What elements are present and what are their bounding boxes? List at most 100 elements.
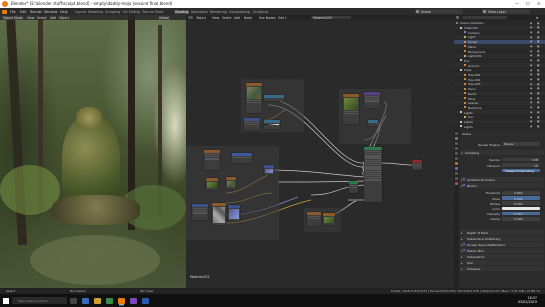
visibility-eye-icon[interactable]: ◉ <box>530 120 532 123</box>
outliner-row[interactable]: Env ◉ ▣ <box>454 59 545 63</box>
scene-tab-icon[interactable] <box>455 152 458 155</box>
render-section-header[interactable]: ▸ Shadows <box>460 266 544 271</box>
render-camera-icon[interactable]: ▣ <box>537 31 539 34</box>
sculpt-head[interactable] <box>76 107 102 129</box>
menu-render[interactable]: Render <box>30 10 42 14</box>
render-camera-icon[interactable]: ▣ <box>537 45 539 48</box>
tab-uv-editing[interactable]: UV Editing <box>123 10 140 14</box>
visibility-eye-icon[interactable]: ◉ <box>530 54 532 57</box>
image-texture-node[interactable] <box>226 177 236 189</box>
outliner-row[interactable]: Backdrop ◉ ▣ <box>454 106 545 110</box>
render-section-header[interactable]: ▸ Screen Space Reflections <box>460 242 544 247</box>
image-texture-node[interactable] <box>232 153 252 163</box>
viewport-menu-view[interactable]: View <box>27 16 34 20</box>
outliner-panel[interactable]: ▼ Scene Collection ◉ ▣ Collection ◉ ▣ Camera ◉ ▣… <box>454 15 545 130</box>
modifier-tab-icon[interactable] <box>455 167 458 170</box>
outliner-row[interactable]: Leaves ◉ ▣ <box>454 100 545 105</box>
visibility-eye-icon[interactable]: ◉ <box>530 40 532 43</box>
photoshop-icon[interactable] <box>142 297 149 304</box>
render-camera-icon[interactable]: ▣ <box>537 73 539 76</box>
render-section-header[interactable]: ▸ Motion Blur <box>460 248 544 253</box>
taskbar-search-box[interactable]: Type here to search <box>12 297 67 304</box>
bloom-section[interactable]: ▾ Bloom <box>460 183 544 188</box>
outliner-row[interactable]: Tree.001 ◉ ▣ <box>454 72 545 77</box>
outliner-row[interactable]: Rocks ◉ ▣ <box>454 91 545 96</box>
properties-editor[interactable]: Scene Render Engine Eevee ▾ Sampling Ren… <box>454 130 545 288</box>
visibility-eye-icon[interactable]: ◉ <box>530 116 532 119</box>
outliner-row[interactable]: Lights ◉ ▣ <box>454 110 545 115</box>
render-section-header[interactable]: ▸ Hair <box>460 260 544 265</box>
render-camera-icon[interactable]: ▣ <box>537 50 539 53</box>
render-camera-icon[interactable]: ▣ <box>537 22 539 25</box>
discord-icon[interactable] <box>130 297 137 304</box>
tab-sculpting[interactable]: Sculpting <box>105 10 120 14</box>
outliner-row[interactable]: Lights ◉ ▣ <box>454 119 545 124</box>
visibility-eye-icon[interactable]: ◉ <box>530 50 532 53</box>
render-section-header[interactable]: ▸ Depth of Field <box>460 230 544 235</box>
mix-rgb-node[interactable] <box>364 92 380 108</box>
tab-animation[interactable]: Animation <box>191 10 208 14</box>
image-texture-node[interactable] <box>204 150 220 170</box>
visibility-eye-icon[interactable]: ◉ <box>530 31 532 34</box>
system-clock[interactable]: 18:37 05/02/2019 <box>518 296 537 304</box>
render-camera-icon[interactable]: ▣ <box>537 69 539 72</box>
filter-icon[interactable]: ▼ <box>536 16 538 20</box>
render-camera-icon[interactable]: ▣ <box>537 87 539 90</box>
outliner-row[interactable]: Light.001 ◉ ▣ <box>454 53 545 58</box>
visibility-eye-icon[interactable]: ◉ <box>530 106 532 109</box>
outliner-search-input[interactable] <box>462 15 507 20</box>
render-camera-icon[interactable]: ▣ <box>537 120 539 123</box>
visibility-eye-icon[interactable]: ◉ <box>530 125 532 128</box>
render-camera-icon[interactable]: ▣ <box>537 97 539 100</box>
transform-orientation-dropdown[interactable]: Global <box>158 15 170 20</box>
ambient-occlusion-section[interactable]: ▸ Ambient Occlusion <box>460 177 544 182</box>
minimize-button[interactable]: — <box>515 1 519 6</box>
physics-tab-icon[interactable] <box>455 177 458 180</box>
outliner-row[interactable]: Trees ◉ ▣ <box>454 68 545 72</box>
mix-shader-node[interactable] <box>349 181 358 193</box>
texture-coordinate-node[interactable] <box>192 204 208 220</box>
principled-bsdf-node[interactable] <box>364 147 382 202</box>
visibility-eye-icon[interactable]: ◉ <box>530 92 532 95</box>
render-tab-icon[interactable] <box>455 137 458 140</box>
image-texture-node[interactable] <box>343 94 359 124</box>
visibility-eye-icon[interactable]: ◉ <box>530 69 532 72</box>
image-texture-node[interactable] <box>212 203 226 225</box>
tab-layout[interactable]: Layout <box>75 10 86 14</box>
visibility-eye-icon[interactable]: ◉ <box>530 87 532 90</box>
view-layer-selector[interactable]: View Layer <box>482 9 530 14</box>
outliner-row[interactable]: Sculpt ◉ ▣ <box>454 39 545 44</box>
render-camera-icon[interactable]: ▣ <box>537 116 539 119</box>
visibility-eye-icon[interactable]: ◉ <box>530 22 532 25</box>
mapping-node[interactable] <box>244 118 260 130</box>
color-ramp-node[interactable] <box>264 120 280 129</box>
outliner-row[interactable]: Light ◉ ▣ <box>454 35 545 39</box>
render-camera-icon[interactable]: ▣ <box>537 26 539 29</box>
render-camera-icon[interactable]: ▣ <box>537 64 539 67</box>
viewport-menu-add[interactable]: Add <box>50 16 56 20</box>
maximize-button[interactable]: ☐ <box>526 1 530 6</box>
outliner-row[interactable]: Tree.002 ◉ ▣ <box>454 77 545 82</box>
outliner-row[interactable]: Tree.003 ◉ ▣ <box>454 82 545 86</box>
menu-window[interactable]: Window <box>44 10 57 14</box>
render-camera-icon[interactable]: ▣ <box>537 106 539 109</box>
render-camera-icon[interactable]: ▣ <box>537 111 539 114</box>
visibility-eye-icon[interactable]: ◉ <box>530 59 532 62</box>
visibility-eye-icon[interactable]: ◉ <box>530 73 532 76</box>
render-camera-icon[interactable]: ▣ <box>537 83 539 86</box>
outliner-row[interactable]: Ferns ◉ ▣ <box>454 87 545 91</box>
visibility-eye-icon[interactable]: ◉ <box>530 64 532 67</box>
shader-node-editor[interactable]: Object View Select Add Node Use Nodes Sl… <box>186 15 454 288</box>
bloom-field-input[interactable] <box>502 206 540 211</box>
render-camera-icon[interactable]: ▣ <box>537 92 539 95</box>
blender-taskbar-icon[interactable] <box>118 297 125 304</box>
tab-rendering[interactable]: Rendering <box>210 10 227 14</box>
edge-browser-icon[interactable] <box>82 297 89 304</box>
outliner-row[interactable]: Plane ◉ ▣ <box>454 44 545 49</box>
visibility-eye-icon[interactable]: ◉ <box>530 36 532 39</box>
image-texture-node[interactable] <box>246 83 262 113</box>
render-camera-icon[interactable]: ▣ <box>537 54 539 57</box>
render-camera-icon[interactable]: ▣ <box>537 78 539 81</box>
render-camera-icon[interactable]: ▣ <box>537 101 539 104</box>
close-button[interactable]: ✕ <box>537 1 541 6</box>
